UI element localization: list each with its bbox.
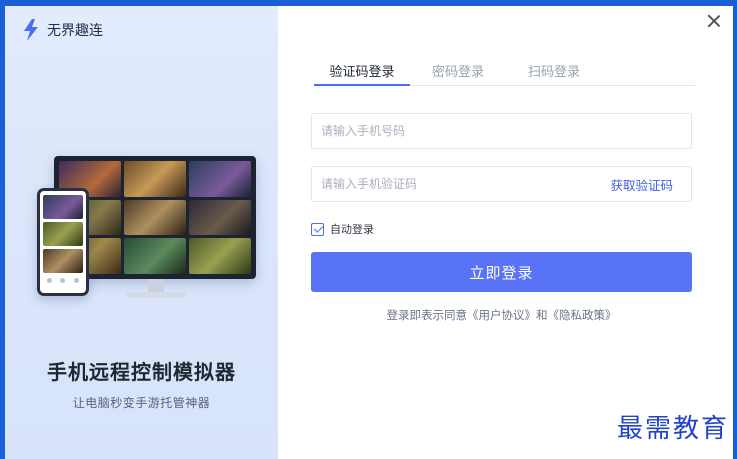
game-thumbnail: [43, 249, 83, 273]
phone-nav-bar: [43, 278, 83, 286]
phone-field: [311, 113, 692, 149]
brand: 无界趣连: [21, 18, 103, 42]
code-input[interactable]: [312, 167, 611, 201]
lightning-bolt-icon: [24, 19, 38, 41]
phone-input[interactable]: [312, 114, 691, 148]
game-thumbnail: [43, 195, 83, 219]
devices-illustration: [29, 156, 261, 306]
promo-title: 手机远程控制模拟器: [47, 360, 236, 384]
game-thumbnail: [189, 161, 251, 197]
auto-login-checkbox[interactable]: [311, 222, 324, 236]
game-thumbnail: [124, 161, 186, 197]
promo-panel: 无界趣连 手机远程控制模拟器 让电脑秒变手游托管神器: [5, 6, 278, 459]
login-panel: 验证码登录 密码登录 扫码登录 获取验证码 自动登录 立即登录 登录即表示同意《…: [278, 6, 733, 459]
game-thumbnail: [124, 199, 186, 236]
tab-qr-login[interactable]: 扫码登录: [506, 58, 602, 85]
watermark: 最需教育: [616, 414, 729, 444]
agreement-prefix: 登录即表示同意: [386, 308, 468, 322]
code-field: 获取验证码: [311, 166, 692, 202]
monitor-base: [126, 292, 186, 298]
game-thumbnail: [189, 199, 251, 236]
game-thumbnail: [124, 238, 186, 274]
agreement-text: 登录即表示同意《用户协议》和《隐私政策》: [311, 307, 692, 323]
get-code-button[interactable]: 获取验证码: [610, 175, 691, 194]
agreement-conjunction: 和: [536, 308, 548, 322]
tab-password-login[interactable]: 密码登录: [410, 58, 506, 85]
tab-sms-login[interactable]: 验证码登录: [314, 58, 410, 86]
monitor-stand: [148, 279, 164, 293]
brand-name: 无界趣连: [47, 23, 103, 39]
auto-login-label: 自动登录: [330, 223, 374, 236]
user-agreement-link[interactable]: 《用户协议》: [467, 308, 536, 322]
login-window: 无界趣连 手机远程控制模拟器 让电脑秒变手游托管神器 验证码登录 密码登录 扫码…: [5, 6, 733, 459]
login-button[interactable]: 立即登录: [311, 252, 692, 292]
game-thumbnail: [189, 238, 251, 274]
phone-image: [37, 188, 89, 296]
game-thumbnail: [43, 222, 83, 246]
login-tabs: 验证码登录 密码登录 扫码登录: [314, 58, 695, 86]
promo-subtitle: 让电脑秒变手游托管神器: [72, 396, 211, 410]
privacy-policy-link[interactable]: 《隐私政策》: [548, 308, 617, 322]
close-icon[interactable]: [707, 14, 721, 28]
auto-login-option[interactable]: 自动登录: [311, 221, 374, 237]
